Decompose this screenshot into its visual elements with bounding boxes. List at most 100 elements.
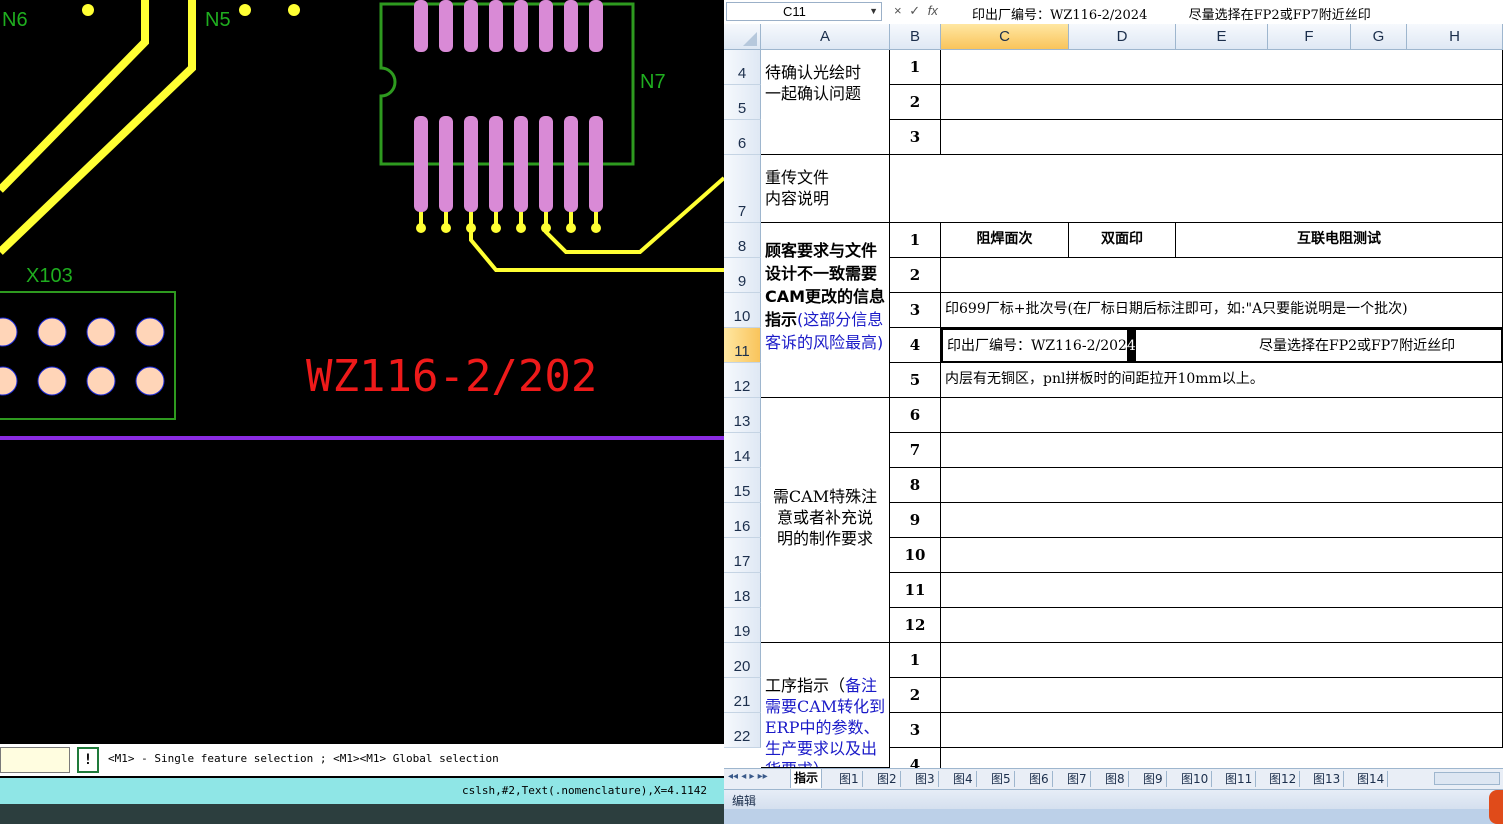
item-number[interactable]: 12 bbox=[890, 608, 941, 643]
content-cell[interactable] bbox=[941, 398, 1503, 433]
instruction-factory-number[interactable]: 印出厂编号：WZ116-2/2024 尽量选择在FP2或FP7附近丝印 bbox=[941, 328, 1503, 363]
content-cell[interactable] bbox=[941, 643, 1503, 678]
sheet-tab[interactable]: 图4 bbox=[950, 771, 977, 787]
section-reupload-notes[interactable]: 重传文件 内容说明 bbox=[761, 155, 890, 223]
name-box[interactable]: C11 ▼ bbox=[726, 2, 882, 21]
content-cell[interactable] bbox=[941, 538, 1503, 573]
header-solder-mask-side[interactable]: 阻焊面次 bbox=[941, 223, 1069, 258]
row-header[interactable]: 18 bbox=[724, 573, 761, 608]
col-header-a[interactable]: A bbox=[761, 24, 890, 50]
item-number[interactable]: 3 bbox=[890, 713, 941, 748]
function-icon[interactable]: fx bbox=[928, 3, 938, 18]
item-number[interactable]: 1 bbox=[890, 643, 941, 678]
confirm-icon[interactable]: ✓ bbox=[909, 3, 920, 19]
row-header[interactable]: 14 bbox=[724, 433, 761, 468]
item-number[interactable]: 6 bbox=[890, 398, 941, 433]
row-header[interactable]: 17 bbox=[724, 538, 761, 573]
horizontal-scrollbar[interactable] bbox=[1434, 772, 1500, 785]
section-confirm-with-gerber[interactable]: 待确认光绘时 一起确认问题 bbox=[761, 50, 890, 155]
sheet-tab[interactable]: 图13 bbox=[1310, 771, 1345, 787]
col-header-d[interactable]: D bbox=[1069, 24, 1176, 50]
content-cell[interactable] bbox=[941, 608, 1503, 643]
row-header[interactable]: 11 bbox=[724, 328, 761, 363]
item-number[interactable]: 9 bbox=[890, 503, 941, 538]
sheet-tab[interactable]: 图10 bbox=[1178, 771, 1213, 787]
content-cell[interactable] bbox=[941, 678, 1503, 713]
item-number[interactable]: 2 bbox=[890, 678, 941, 713]
sheet-tab[interactable]: 图1 bbox=[836, 771, 863, 787]
content-cell[interactable] bbox=[941, 573, 1503, 608]
col-header-b[interactable]: B bbox=[890, 24, 941, 50]
col-header-f[interactable]: F bbox=[1268, 24, 1351, 50]
instruction-factory-logo-batch[interactable]: 印699厂标+批次号(在厂标日期后标注即可，如:"A只要能说明是一个批次) bbox=[941, 293, 1503, 328]
row-header[interactable]: 15 bbox=[724, 468, 761, 503]
sheet-tab[interactable]: 图6 bbox=[1026, 771, 1053, 787]
chevron-down-icon[interactable]: ▼ bbox=[869, 3, 878, 20]
item-number[interactable]: 2 bbox=[890, 258, 941, 293]
row-header[interactable]: 21 bbox=[724, 678, 761, 713]
content-cell[interactable] bbox=[941, 433, 1503, 468]
item-number[interactable]: 1 bbox=[890, 223, 941, 258]
col-header-e[interactable]: E bbox=[1176, 24, 1268, 50]
item-number[interactable]: 10 bbox=[890, 538, 941, 573]
sheet-tab[interactable]: 图14 bbox=[1354, 771, 1389, 787]
content-cell[interactable] bbox=[941, 120, 1503, 155]
content-cell[interactable] bbox=[941, 713, 1503, 748]
item-number[interactable]: 7 bbox=[890, 433, 941, 468]
item-number[interactable]: 1 bbox=[890, 50, 941, 85]
sheet-tab[interactable]: 图3 bbox=[912, 771, 939, 787]
content-cell[interactable] bbox=[941, 503, 1503, 538]
content-cell[interactable] bbox=[941, 50, 1503, 85]
item-number[interactable]: 5 bbox=[890, 363, 941, 398]
formula-input[interactable]: 印出厂编号：WZ116-2/2024 尽量选择在FP2或FP7附近丝印 bbox=[972, 4, 1371, 23]
row-header[interactable]: 7 bbox=[724, 155, 761, 223]
spreadsheet-window[interactable]: C11 ▼ × ✓ fx 印出厂编号：WZ116-2/2024 尽量选择在FP2… bbox=[724, 0, 1503, 824]
cancel-icon[interactable]: × bbox=[894, 3, 902, 18]
sheet-tab-instructions[interactable]: 指示 bbox=[790, 769, 823, 788]
row-header[interactable]: 20 bbox=[724, 643, 761, 678]
row-header[interactable]: 6 bbox=[724, 120, 761, 155]
instruction-inner-layer-spacing[interactable]: 内层有无铜区，pnl拼板时的间距拉开10mm以上。 bbox=[941, 363, 1503, 398]
content-cell[interactable] bbox=[941, 468, 1503, 503]
pcb-canvas[interactable]: N6 N5 N7 X103 WZ116-2/202 bbox=[0, 0, 724, 744]
sheet-tab[interactable]: 图9 bbox=[1140, 771, 1167, 787]
row-header[interactable]: 22 bbox=[724, 713, 761, 748]
sheet-tab[interactable]: 图11 bbox=[1222, 771, 1257, 787]
item-number[interactable]: 2 bbox=[890, 85, 941, 120]
row-header[interactable]: 13 bbox=[724, 398, 761, 433]
row-header[interactable]: 19 bbox=[724, 608, 761, 643]
sheet-tab[interactable]: 图7 bbox=[1064, 771, 1091, 787]
col-header-g[interactable]: G bbox=[1351, 24, 1407, 50]
content-cell[interactable] bbox=[941, 85, 1503, 120]
col-header-c[interactable]: C bbox=[941, 24, 1069, 50]
row-header[interactable]: 9 bbox=[724, 258, 761, 293]
col-header-h[interactable]: H bbox=[1407, 24, 1503, 50]
select-all-corner[interactable] bbox=[724, 24, 761, 50]
section-cam-special-requirements[interactable]: 需CAM特殊注 意或者补充说 明的制作要求 bbox=[761, 398, 890, 643]
row-header[interactable]: 8 bbox=[724, 223, 761, 258]
cam-viewer[interactable]: N6 N5 N7 X103 WZ116-2/202 ! <M1> - Singl… bbox=[0, 0, 724, 824]
alert-icon[interactable]: ! bbox=[77, 747, 99, 773]
section-customer-discrepancy[interactable]: 顾客要求与文件设计不一致需要CAM更改的信息指示(这部分信息客诉的风险最高) bbox=[761, 223, 890, 398]
sheet-tab[interactable]: 图8 bbox=[1102, 771, 1129, 787]
sheet-tab[interactable]: 图2 bbox=[874, 771, 901, 787]
sheet-tab[interactable]: 图12 bbox=[1266, 771, 1301, 787]
row-header[interactable]: 10 bbox=[724, 293, 761, 328]
row-header[interactable]: 16 bbox=[724, 503, 761, 538]
header-interconnect-resistance-test[interactable]: 互联电阻测试 bbox=[1176, 223, 1503, 258]
item-number[interactable]: 3 bbox=[890, 293, 941, 328]
item-number[interactable]: 3 bbox=[890, 120, 941, 155]
command-input[interactable] bbox=[0, 747, 70, 773]
header-double-sided-print[interactable]: 双面印 bbox=[1069, 223, 1176, 258]
content-cell[interactable] bbox=[941, 258, 1503, 293]
reupload-notes-content[interactable] bbox=[890, 155, 1503, 223]
item-number[interactable]: 8 bbox=[890, 468, 941, 503]
item-number[interactable]: 4 bbox=[890, 328, 941, 363]
row-header[interactable]: 12 bbox=[724, 363, 761, 398]
item-number[interactable]: 11 bbox=[890, 573, 941, 608]
sheet-nav-arrows[interactable]: ◂◂ ◂ ▸ ▸▸ bbox=[728, 771, 768, 782]
row-header[interactable]: 4 bbox=[724, 50, 761, 85]
sheet-tab[interactable]: 图5 bbox=[988, 771, 1015, 787]
row-header[interactable]: 5 bbox=[724, 85, 761, 120]
section-process-instructions[interactable]: 工序指示（备注需要CAM转化到ERP中的参数、生产要求以及出货要求） bbox=[761, 643, 890, 768]
